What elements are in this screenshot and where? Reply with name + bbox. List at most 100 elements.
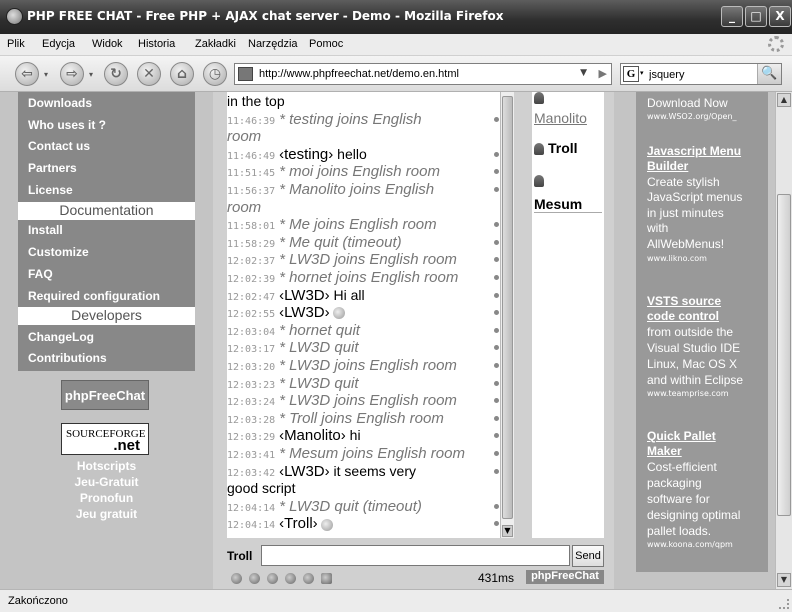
forward-button[interactable]: ⇨	[60, 62, 84, 86]
link-jeu-gratuit[interactable]: Jeu-Gratuit	[18, 475, 195, 489]
chat-scrollbar-thumb[interactable]	[502, 96, 513, 519]
clock-icon[interactable]	[267, 573, 278, 584]
message-timestamp: 12:02:47	[227, 291, 276, 303]
message-nick[interactable]: ‹LW3D›	[279, 304, 330, 321]
message-input[interactable]	[261, 545, 570, 566]
message-nick[interactable]: ‹Troll›	[279, 515, 318, 532]
back-button[interactable]: ⇦	[15, 62, 39, 86]
page-scrollbar-thumb[interactable]	[777, 194, 791, 516]
menu-widok[interactable]: Widok	[92, 38, 123, 50]
message-status-icon	[494, 451, 499, 456]
nav-who-uses-it[interactable]: Who uses it ?	[28, 118, 106, 132]
page-scroll-down-icon[interactable]: ▼	[777, 573, 791, 587]
chat-scrollbar[interactable]: ▼	[500, 92, 514, 538]
firefox-icon	[6, 8, 23, 25]
ad-2-title-2[interactable]: Builder	[647, 159, 688, 173]
menu-zakladki[interactable]: Zakładki	[195, 38, 236, 50]
title-bar[interactable]: PHP FREE CHAT - Free PHP + AJAX chat ser…	[0, 0, 792, 34]
smiley-icon[interactable]	[231, 573, 242, 584]
emoticon-icon[interactable]	[303, 573, 314, 584]
message-nick[interactable]: ‹LW3D›	[279, 287, 330, 304]
ad-4-title-2[interactable]: Maker	[647, 444, 682, 458]
ad-3-url[interactable]: www.teamprise.com	[647, 389, 729, 398]
close-button[interactable]: X	[769, 6, 791, 27]
sourceforge-logo[interactable]: SOURCEFORGE .net	[61, 423, 149, 455]
menu-pomoc[interactable]: Pomoc	[309, 38, 343, 50]
engine-dropdown-icon[interactable]: ▾	[640, 69, 644, 77]
user-troll[interactable]: Troll	[534, 140, 602, 156]
go-icon[interactable]: ▶	[599, 67, 607, 80]
scroll-down-icon[interactable]: ▼	[502, 525, 513, 537]
message-nick[interactable]: ‹testing›	[279, 146, 333, 163]
ad-4-title[interactable]: Quick Pallet	[647, 429, 716, 443]
system-message: * Manolito joins English	[279, 181, 435, 198]
message-status-icon	[494, 151, 499, 157]
search-button[interactable]: 🔍	[757, 64, 781, 84]
maximize-button[interactable]: □	[745, 6, 767, 27]
menu-edycja[interactable]: Edycja	[42, 38, 75, 50]
sound-icon[interactable]	[285, 573, 296, 584]
system-message: * moi joins English room	[279, 163, 440, 181]
link-jeu-gratuit-2[interactable]: Jeu gratuit	[18, 507, 195, 521]
ad-3-title[interactable]: VSTS source	[647, 294, 721, 308]
phpfreechat-badge[interactable]: phpFreeChat	[526, 570, 604, 584]
message-timestamp: 12:02:55	[227, 309, 276, 321]
ad-3-title-2[interactable]: code control	[647, 309, 719, 323]
message-nick-label: LW3D	[284, 286, 325, 304]
ad-2-body-5: AllWebMenus!	[647, 237, 725, 251]
nav-license[interactable]: License	[28, 183, 73, 197]
url-text[interactable]: http://www.phpfreechat.net/demo.en.html	[259, 68, 459, 80]
user-manolito[interactable]: Manolito	[534, 110, 602, 126]
message-timestamp: 11:56:37	[227, 186, 276, 197]
nav-install[interactable]: Install	[28, 223, 63, 237]
nav-customize[interactable]: Customize	[28, 245, 89, 259]
message-nick[interactable]: ‹LW3D›	[279, 463, 330, 480]
url-bar[interactable]: http://www.phpfreechat.net/demo.en.html …	[234, 63, 612, 85]
user-mesum[interactable]: Mesum	[534, 196, 602, 213]
menu-historia[interactable]: Historia	[138, 38, 175, 50]
send-button[interactable]: Send	[572, 545, 604, 567]
nav-faq[interactable]: FAQ	[28, 267, 53, 281]
reload-button[interactable]: ↻	[104, 62, 128, 86]
search-input[interactable]	[649, 67, 749, 82]
menu-plik[interactable]: Plik	[7, 38, 25, 50]
ad-2-title[interactable]: Javascript Menu	[647, 144, 741, 158]
chat-messages[interactable]: in the top 11:46:39 * testing joins Engli…	[227, 92, 514, 538]
whisper-icon[interactable]	[249, 573, 260, 584]
user-list-toggle-icon[interactable]	[321, 573, 332, 584]
nav-changelog[interactable]: ChangeLog	[28, 330, 94, 344]
system-message: * LW3D quit (timeout)	[279, 497, 422, 515]
ad-1-url[interactable]: www.WSO2.org/Open_	[647, 112, 737, 121]
message-nick-label: testing	[284, 145, 329, 163]
resize-grip-icon[interactable]	[779, 599, 789, 609]
link-hotscripts[interactable]: Hotscripts	[18, 459, 195, 473]
phpfreechat-logo[interactable]: phpFreeChat	[61, 380, 149, 410]
page-scrollbar[interactable]: ▲ ▼	[775, 92, 792, 589]
google-icon[interactable]: G	[623, 66, 639, 82]
ad-4-url[interactable]: www.koona.com/qpm	[647, 540, 733, 549]
message-timestamp: 12:03:20	[227, 362, 276, 373]
history-button[interactable]: ◷	[203, 62, 227, 86]
ping-time: 431ms	[478, 571, 515, 585]
url-dropdown-icon[interactable]: ▼	[580, 68, 587, 78]
message-status-icon	[494, 116, 499, 122]
search-box: G ▾ 🔍	[620, 63, 782, 85]
message-nick[interactable]: ‹Manolito›	[279, 427, 346, 444]
nav-contributions[interactable]: Contributions	[28, 351, 107, 365]
back-dropdown-icon[interactable]: ▾	[44, 70, 48, 79]
forward-dropdown-icon[interactable]: ▾	[89, 70, 93, 79]
message-status-icon	[494, 239, 499, 245]
menu-narzedzia[interactable]: Narzędzia	[248, 38, 298, 50]
nav-downloads[interactable]: Downloads	[28, 96, 92, 110]
home-button[interactable]: ⌂	[170, 62, 194, 86]
nav-required-configuration[interactable]: Required configuration	[28, 289, 160, 303]
nav-contact-us[interactable]: Contact us	[28, 139, 90, 153]
minimize-button[interactable]: _	[721, 6, 743, 27]
page-scroll-up-icon[interactable]: ▲	[777, 93, 791, 107]
ad-2-url[interactable]: www.likno.com	[647, 254, 707, 263]
link-pronofun[interactable]: Pronofun	[18, 491, 195, 505]
nickname-label[interactable]: Troll	[227, 549, 252, 563]
nav-partners[interactable]: Partners	[28, 161, 77, 175]
message-timestamp: 12:02:39	[227, 274, 276, 285]
stop-button[interactable]: ✕	[137, 62, 161, 86]
